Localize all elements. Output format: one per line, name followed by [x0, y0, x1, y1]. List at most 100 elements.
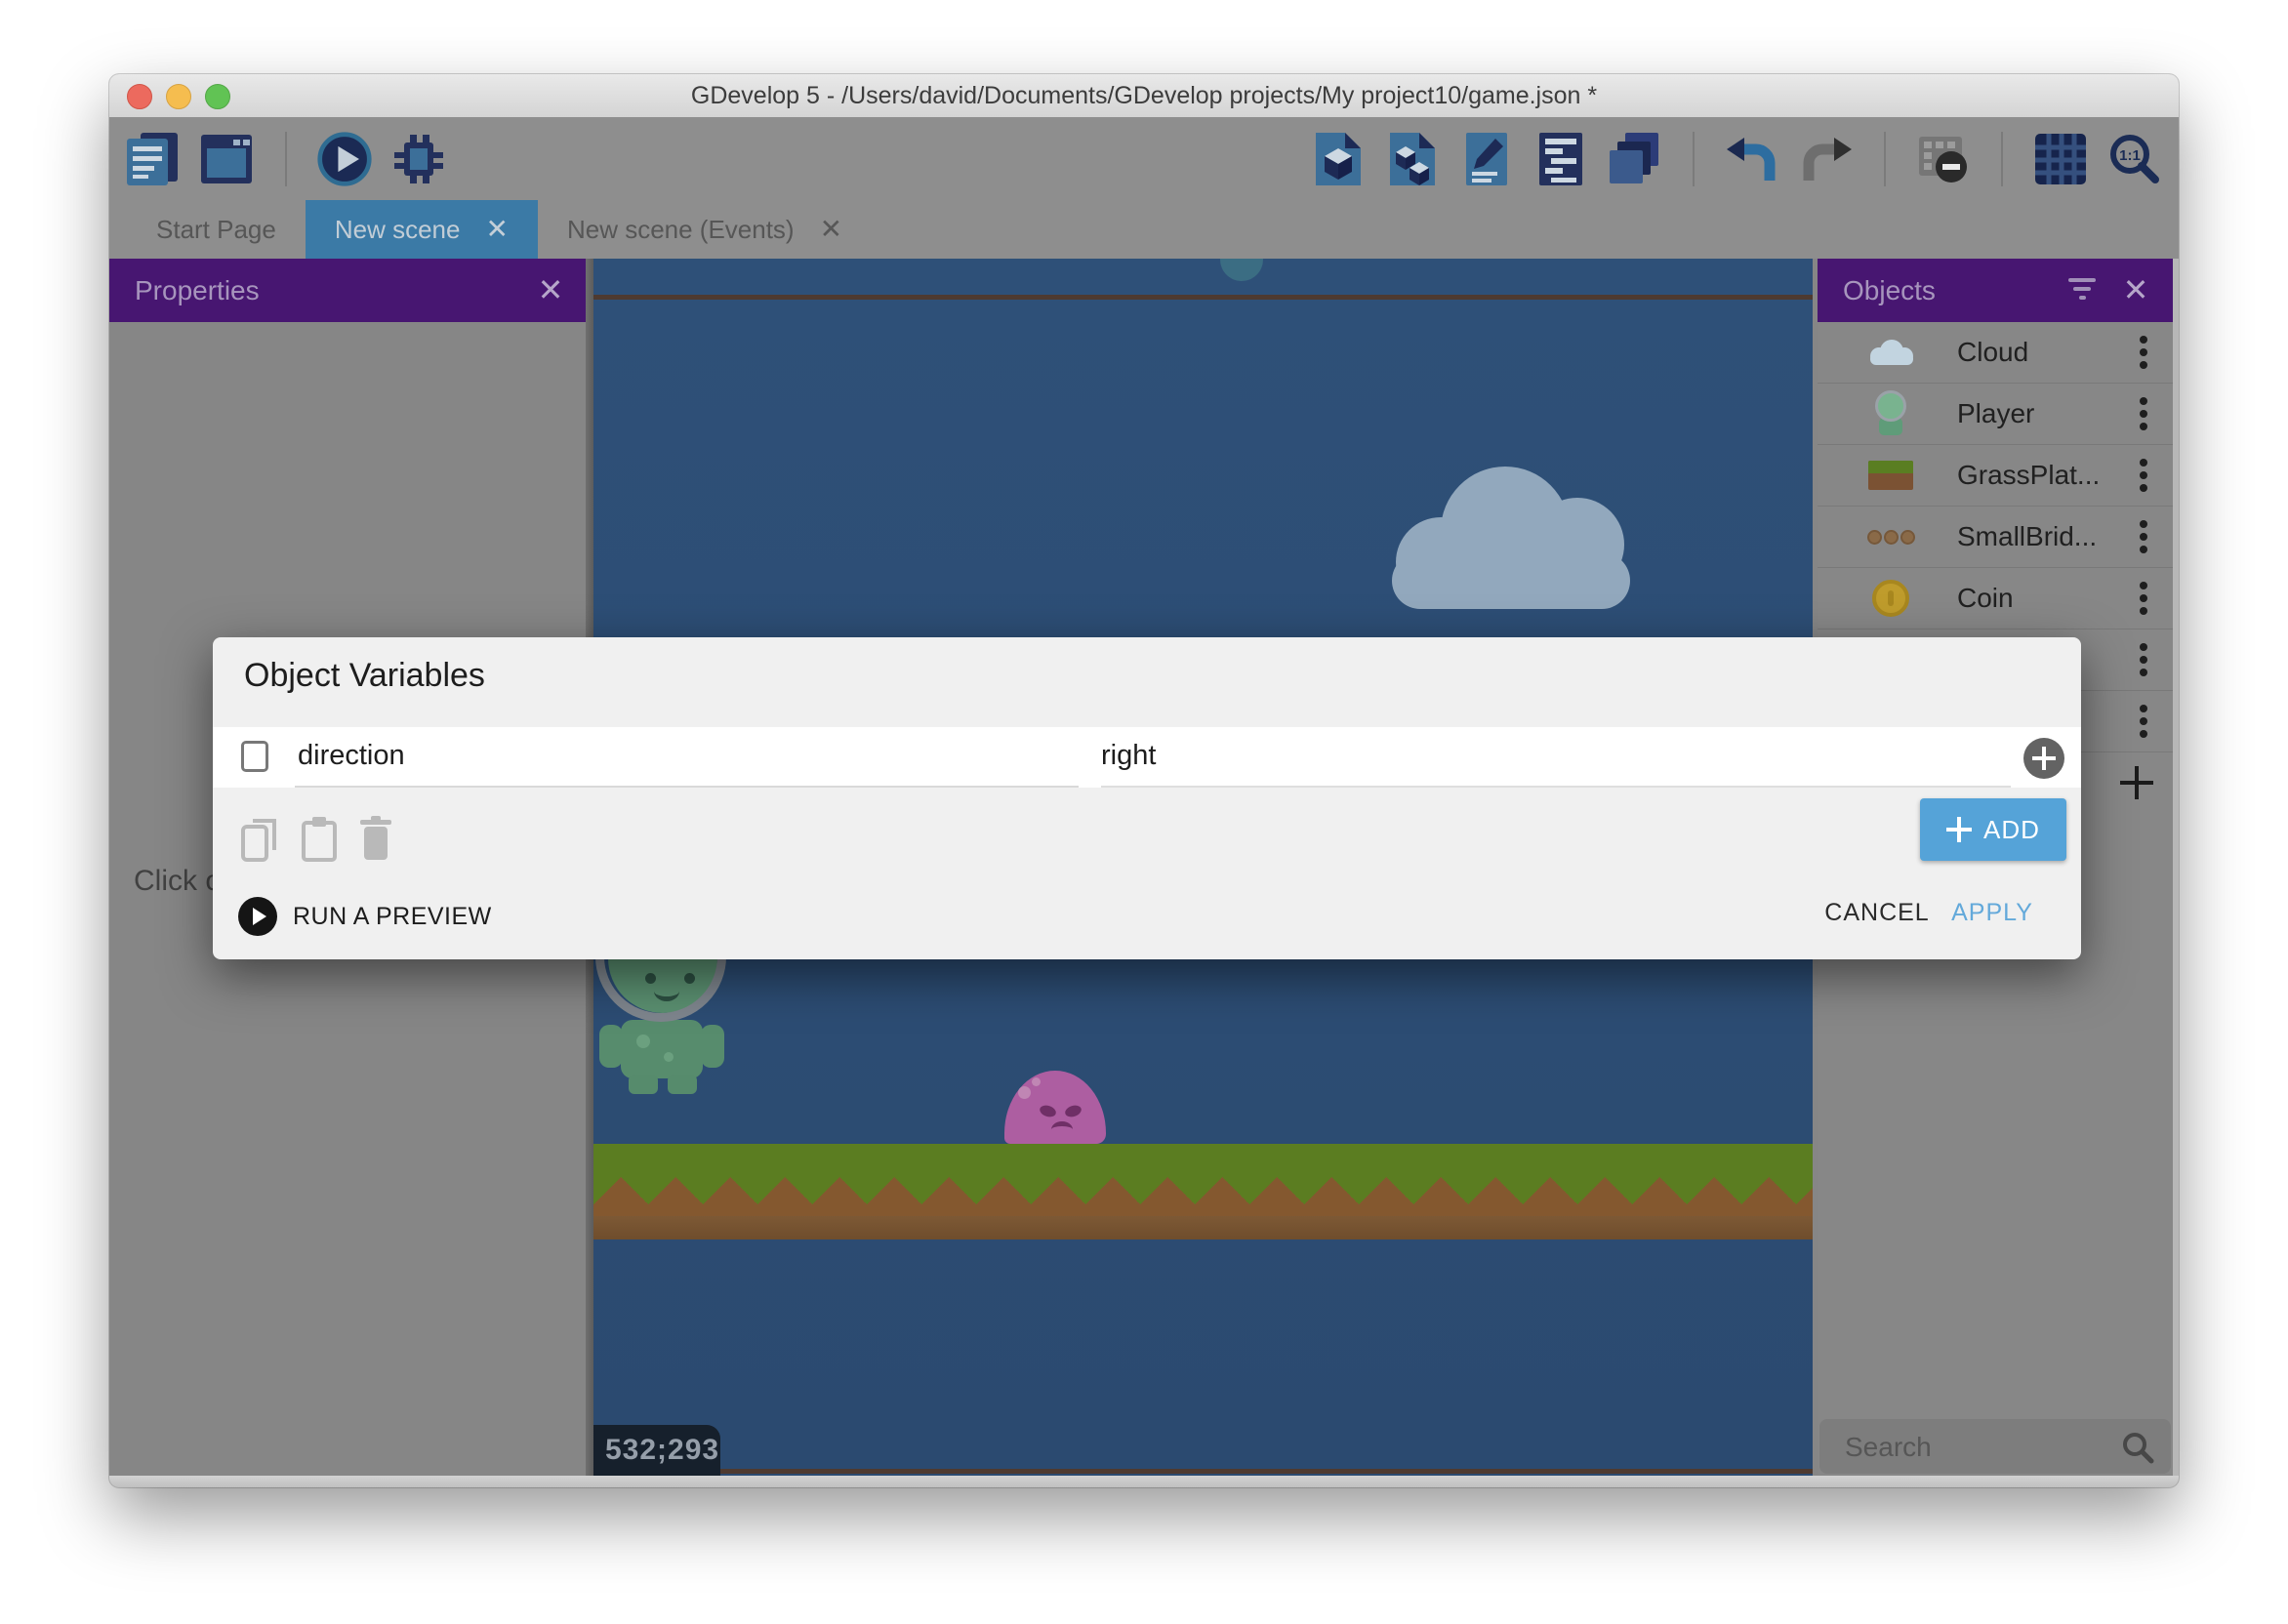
properties-panel-title: Properties — [135, 259, 260, 322]
delete-icon[interactable] — [358, 815, 393, 869]
toolbar-separator — [2001, 132, 2003, 186]
variable-name-input[interactable]: direction — [298, 727, 405, 788]
add-object-icon[interactable] — [2120, 766, 2153, 799]
events-sheet-icon[interactable] — [1532, 131, 1589, 187]
object-menu-icon[interactable] — [2140, 397, 2147, 430]
run-preview-label: RUN A PREVIEW — [293, 903, 492, 931]
desktop: GDevelop 5 - /Users/david/Documents/GDev… — [0, 0, 2288, 1624]
cloud-sprite[interactable] — [1384, 467, 1638, 613]
tab-new-scene-events[interactable]: New scene (Events) ✕ — [538, 200, 872, 259]
titlebar: GDevelop 5 - /Users/david/Documents/GDev… — [109, 74, 2179, 118]
toolbar-separator — [285, 132, 287, 186]
run-preview-button[interactable]: RUN A PREVIEW — [238, 897, 492, 936]
add-object-icon[interactable] — [1310, 131, 1367, 187]
edit-scene-icon[interactable] — [1458, 131, 1515, 187]
tab-new-scene[interactable]: New scene ✕ — [306, 200, 538, 259]
properties-panel-header: Properties ✕ — [109, 259, 586, 322]
tab-close-icon[interactable]: ✕ — [820, 216, 842, 243]
coin-thumbnail-icon — [1847, 568, 1935, 629]
toolbar-left-group — [125, 131, 447, 187]
plus-icon — [1946, 817, 1972, 842]
properties-hint-text: Click o — [134, 865, 222, 898]
variable-row: direction right — [213, 727, 2081, 788]
variable-checkbox[interactable] — [241, 741, 268, 772]
object-label: Player — [1957, 384, 2034, 444]
copy-icon[interactable] — [239, 815, 282, 869]
object-row-player[interactable]: Player — [1818, 384, 2173, 445]
tab-label: New scene — [335, 215, 461, 245]
object-variables-dialog: Object Variables direction right — [213, 637, 2081, 959]
cursor-coordinates-badge: 532;293 — [593, 1425, 720, 1476]
project-manager-icon[interactable] — [125, 131, 182, 187]
variable-value-underline — [1101, 786, 2011, 788]
dialog-title: Object Variables — [244, 657, 485, 695]
search-icon — [2120, 1430, 2155, 1470]
debug-icon[interactable] — [390, 131, 447, 187]
add-object-group-icon[interactable] — [1384, 131, 1441, 187]
svg-text:1:1: 1:1 — [2119, 147, 2141, 164]
filter-icon[interactable] — [2067, 278, 2097, 304]
add-variable-button[interactable]: ADD — [1920, 798, 2066, 861]
object-menu-icon[interactable] — [2140, 336, 2147, 369]
tab-start-page[interactable]: Start Page — [127, 200, 306, 259]
play-icon — [238, 897, 277, 936]
small-bridge-thumbnail-icon — [1847, 507, 1935, 567]
variable-value-input[interactable]: right — [1101, 727, 1156, 788]
object-menu-icon[interactable] — [2140, 582, 2147, 615]
object-row-grassplatform[interactable]: GrassPlat... — [1818, 445, 2173, 507]
objects-panel-title: Objects — [1843, 259, 1936, 322]
main-toolbar: 1:1 — [109, 117, 2179, 200]
undo-icon[interactable] — [1724, 131, 1780, 187]
toolbar-right-group: 1:1 — [1310, 131, 2163, 187]
variable-name-underline — [295, 786, 1079, 788]
objects-panel-header: Objects ✕ — [1818, 259, 2173, 322]
tab-close-icon[interactable]: ✕ — [485, 216, 508, 243]
layers-icon[interactable] — [1607, 131, 1663, 187]
close-icon[interactable]: ✕ — [2120, 274, 2151, 305]
object-label: Coin — [1957, 568, 2014, 629]
paste-icon[interactable] — [300, 815, 341, 869]
toolbar-separator — [1693, 132, 1695, 186]
tab-label: New scene (Events) — [567, 215, 795, 245]
objects-scrollbar-track[interactable] — [2173, 259, 2179, 1476]
cloud-thumbnail-icon — [1847, 322, 1935, 383]
window-title: GDevelop 5 - /Users/david/Documents/GDev… — [109, 74, 2179, 117]
add-button-label: ADD — [1983, 815, 2040, 845]
tab-label: Start Page — [156, 215, 276, 245]
scene-window-bottom-border — [593, 1469, 1813, 1474]
zoom-original-icon[interactable]: 1:1 — [2106, 131, 2163, 187]
start-page-icon[interactable] — [199, 131, 256, 187]
object-menu-icon[interactable] — [2140, 705, 2147, 738]
apply-button[interactable]: APPLY — [1939, 890, 2046, 935]
object-label: SmallBrid... — [1957, 507, 2097, 567]
object-menu-icon[interactable] — [2140, 459, 2147, 492]
enemy-slime-sprite[interactable] — [1004, 1071, 1106, 1144]
scene-window-top-border — [593, 295, 1813, 300]
window-bottom-edge — [109, 1476, 2179, 1487]
dialog-toolbar — [239, 815, 393, 869]
object-row-smallbridge[interactable]: SmallBrid... — [1818, 507, 2173, 568]
object-menu-icon[interactable] — [2140, 520, 2147, 553]
object-row-cloud[interactable]: Cloud — [1818, 322, 2173, 384]
player-thumbnail-icon — [1847, 384, 1935, 444]
grass-platform-dirt-base — [593, 1216, 1813, 1239]
object-label: GrassPlat... — [1957, 445, 2100, 506]
tab-bar: Start Page New scene ✕ New scene (Events… — [109, 200, 2179, 259]
scene-object-bubble — [1220, 259, 1263, 281]
gdevelop-window: GDevelop 5 - /Users/david/Documents/GDev… — [109, 74, 2179, 1487]
cancel-button[interactable]: CANCEL — [1818, 890, 1936, 935]
play-preview-icon[interactable] — [316, 131, 373, 187]
redo-icon[interactable] — [1798, 131, 1855, 187]
object-label: Cloud — [1957, 322, 2028, 383]
toolbar-separator — [1884, 132, 1886, 186]
objects-search-input[interactable] — [1843, 1419, 2110, 1476]
grass-platform-dirt-teeth — [593, 1177, 1813, 1216]
grass-platform-thumbnail-icon — [1847, 445, 1935, 506]
close-icon[interactable]: ✕ — [535, 274, 566, 305]
object-row-coin[interactable]: Coin — [1818, 568, 2173, 629]
objects-search-bar — [1819, 1419, 2171, 1474]
add-child-variable-icon[interactable] — [2023, 738, 2064, 779]
toggle-mask-icon[interactable] — [1915, 131, 1972, 187]
object-menu-icon[interactable] — [2140, 643, 2147, 676]
toggle-grid-icon[interactable] — [2032, 131, 2089, 187]
